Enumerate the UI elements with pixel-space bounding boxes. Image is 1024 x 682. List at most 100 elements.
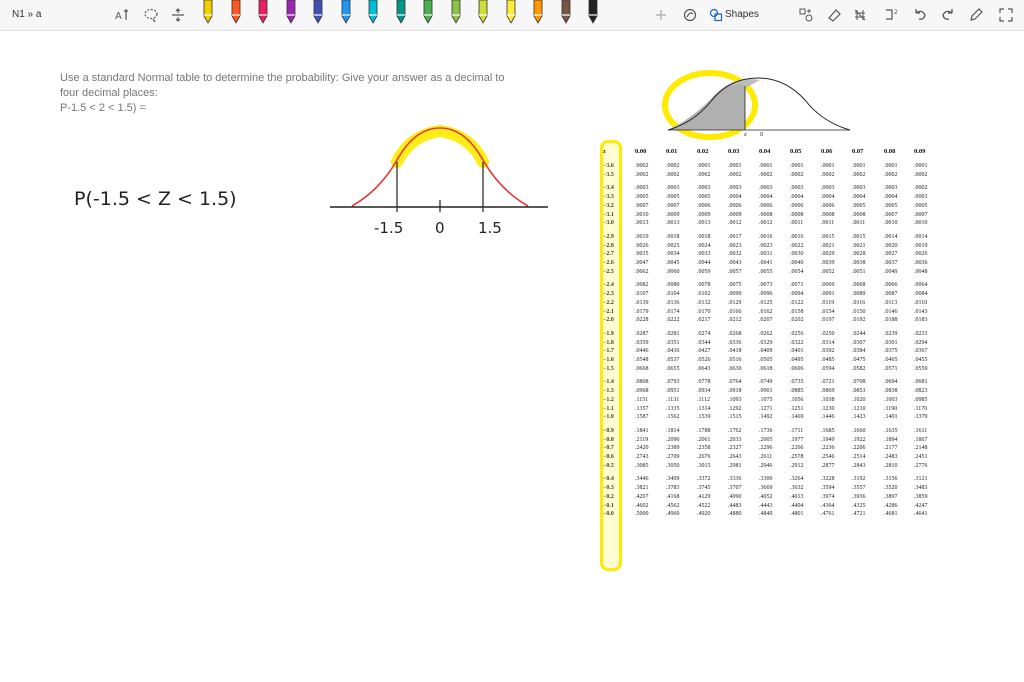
table-cell: .0351 <box>666 339 680 346</box>
table-cell: .0582 <box>852 365 866 372</box>
table-cell: .4325 <box>852 502 866 509</box>
table-cell: .0089 <box>852 291 866 298</box>
table-cell: .1539 <box>697 414 711 421</box>
table-cell: .1635 <box>884 427 898 434</box>
table-cell: .0003 <box>666 185 680 192</box>
table-cell: .0968 <box>635 388 649 395</box>
table-cell: .0004 <box>759 194 773 201</box>
table-cell: .0010 <box>884 220 898 227</box>
table-cell: .1075 <box>759 396 773 403</box>
table-cell: .0019 <box>635 233 649 240</box>
table-cell: .4013 <box>790 493 804 500</box>
table-cell: .0901 <box>759 388 773 395</box>
table-cell: .1093 <box>728 396 742 403</box>
table-cell: .0307 <box>852 339 866 346</box>
table-cell: .2611 <box>759 454 773 460</box>
table-cell: .0129 <box>728 299 742 306</box>
table-cell: .2743 <box>635 454 649 460</box>
table-cell: .0002 <box>821 171 835 178</box>
table-cell: .0034 <box>666 251 680 258</box>
table-cell: .0009 <box>697 211 711 218</box>
table-cell: .0003 <box>635 185 649 192</box>
table-cell: .4090 <box>728 493 742 500</box>
table-row: −0.5.3085.3050.3015.2981.2946.2912.2877.… <box>598 463 943 472</box>
table-row: −0.7.2420.2389.2358.2327.2296.2266.2236.… <box>598 445 943 454</box>
table-cell: .0150 <box>852 308 866 315</box>
table-cell: .1112 <box>697 396 711 403</box>
table-cell: .2912 <box>790 462 804 469</box>
table-cell: .0104 <box>666 291 680 298</box>
table-cell: .0035 <box>635 251 649 258</box>
table-cell: .0838 <box>884 388 898 395</box>
table-cell: .3745 <box>697 485 711 492</box>
table-cell: .0087 <box>884 291 898 298</box>
table-cell: .0024 <box>697 242 711 249</box>
table-cell: .2296 <box>759 445 773 452</box>
column-header-0.02: 0.02 <box>697 148 709 155</box>
table-cell: .0301 <box>884 339 898 346</box>
table-row: −0.1.4602.4562.4522.4483.4443.4404.4364.… <box>598 503 943 512</box>
table-cell: .0005 <box>852 202 866 209</box>
table-cell: .0006 <box>759 202 773 209</box>
table-cell: .0526 <box>697 357 711 363</box>
table-cell: .0054 <box>790 268 804 275</box>
table-cell: .0004 <box>821 194 835 201</box>
table-cell: .0136 <box>666 299 680 306</box>
table-cell: .0008 <box>821 211 835 218</box>
table-cell: .0694 <box>884 379 898 386</box>
table-cell: .3446 <box>635 476 649 483</box>
table-cell: .0084 <box>914 291 928 298</box>
table-row: −0.4.3446.3409.3372.3336.3300.3264.3228.… <box>598 476 943 485</box>
table-cell: .0091 <box>821 291 835 298</box>
axis-label-upper: 1.5 <box>478 219 502 237</box>
table-cell: .0073 <box>759 282 773 289</box>
table-cell: .3557 <box>852 485 866 492</box>
table-cell: .2843 <box>852 462 866 469</box>
table-cell: .0778 <box>697 379 711 386</box>
table-row: −2.3.0107.0104.0102.0099.0096.0094.0091.… <box>598 291 943 300</box>
column-header-0.08: 0.08 <box>884 148 896 155</box>
table-cell: .0044 <box>697 260 711 266</box>
table-cell: .2389 <box>666 445 680 452</box>
table-cell: .0002 <box>790 171 804 178</box>
column-header-0.03: 0.03 <box>728 148 740 155</box>
table-cell: .0823 <box>914 388 928 395</box>
table-cell: .0401 <box>790 348 804 355</box>
table-cell: .0001 <box>728 163 742 169</box>
table-cell: .0038 <box>852 260 866 266</box>
table-cell: .1611 <box>914 427 928 434</box>
table-row: −1.4.0808.0793.0778.0764.0749.0735.0721.… <box>598 379 943 388</box>
table-cell: .3669 <box>759 485 773 492</box>
table-cell: .1335 <box>666 405 680 412</box>
table-cell: .0002 <box>666 171 680 178</box>
table-cell: .4562 <box>666 502 680 509</box>
table-cell: .0047 <box>635 260 649 266</box>
table-cell: .0016 <box>759 233 773 240</box>
table-cell: .0217 <box>697 317 711 324</box>
table-cell: .1251 <box>790 405 804 412</box>
z-table: z 0.00 0.01 0.02 0.03 0.04 0.05 0.06 0.07 0.08 0.0… <box>598 140 943 550</box>
column-header-0.09: 0.09 <box>914 148 926 155</box>
table-cell: .0951 <box>666 388 680 395</box>
table-row: −3.3.0005.0005.0005.0004.0004.0004.0004.… <box>598 194 943 203</box>
table-cell: .0465 <box>884 357 898 363</box>
table-cell: .0002 <box>666 163 680 169</box>
table-row: −0.3.3821.3783.3745.3707.3669.3632.3594.… <box>598 485 943 494</box>
table-cell: .0071 <box>790 282 804 289</box>
table-cell: .1170 <box>914 405 928 412</box>
table-cell: .2148 <box>914 445 928 452</box>
table-cell: .0708 <box>852 379 866 386</box>
table-cell: .3707 <box>728 485 742 492</box>
table-row: −1.5.0668.0655.0643.0630.0618.0606.0594.… <box>598 366 943 375</box>
table-cell: .0749 <box>759 379 773 386</box>
table-cell: .0016 <box>790 233 804 240</box>
table-cell: .4364 <box>821 502 835 509</box>
table-cell: .4721 <box>852 511 866 518</box>
table-cell: .2810 <box>884 462 898 469</box>
table-row: −0.0.5000.4960.4920.4880.4840.4801.4761.… <box>598 511 943 520</box>
table-cell: .0009 <box>666 211 680 218</box>
table-cell: .0011 <box>790 220 804 227</box>
table-row: −3.2.0007.0007.0006.0006.0006.0006.0006.… <box>598 203 943 212</box>
table-cell: .0002 <box>884 171 898 178</box>
table-cell: .0041 <box>759 260 773 266</box>
